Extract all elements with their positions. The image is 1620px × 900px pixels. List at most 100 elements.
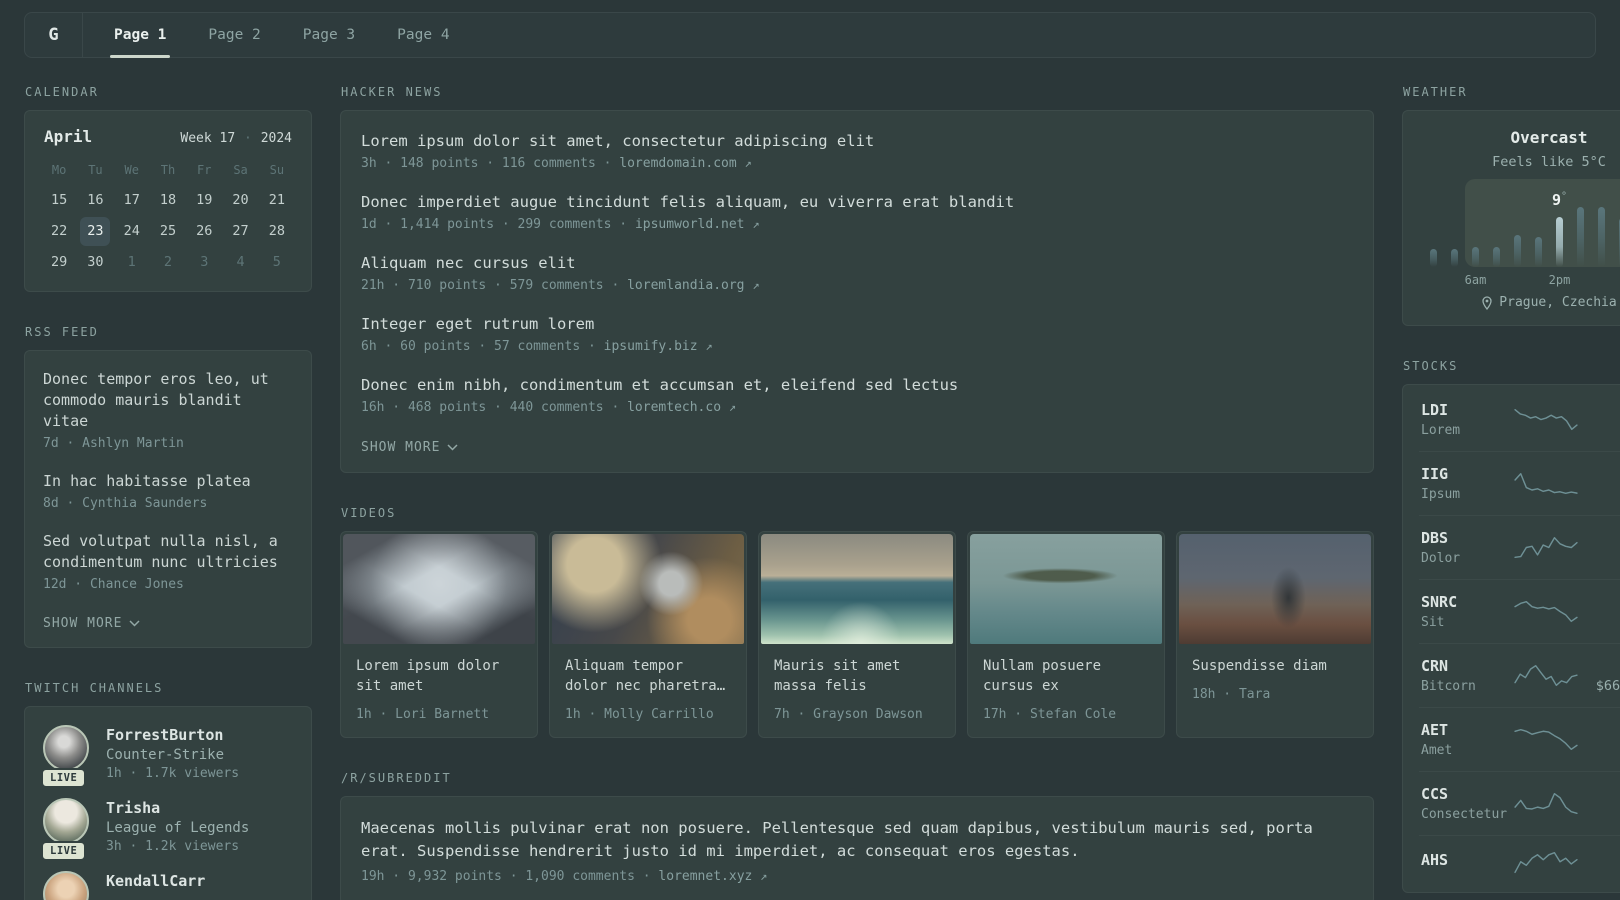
calendar-widget: CALENDAR April Week 17 · 2024 Mo Tu We Th Fr… [24, 85, 312, 292]
twitch-channel-name[interactable]: KendallCarr [106, 872, 205, 890]
video-title[interactable]: Aliquam tempor dolor nec pharetra… [565, 656, 731, 696]
hn-item-title[interactable]: Integer eget rutrum lorem [361, 314, 1353, 335]
hn-item-domain-link[interactable]: loremtech.co [627, 400, 721, 415]
reddit-post-domain-link[interactable]: loremnet.xyz [658, 869, 752, 884]
video-thumbnail[interactable] [1179, 534, 1371, 644]
stock-change: +0.51% [1585, 784, 1620, 802]
map-pin-icon [1482, 295, 1492, 310]
rss-widget: RSS FEED Donec tempor eros leo, ut commo… [24, 325, 312, 648]
stock-row[interactable]: SNRC Sit +1.36% $148.64 [1419, 579, 1620, 643]
video-title[interactable]: Lorem ipsum dolor sit amet consectetu… [356, 656, 522, 696]
weather-condition: Overcast [1510, 128, 1588, 147]
hn-item-domain-link[interactable]: loremlandia.org [627, 278, 744, 293]
chevron-down-icon [447, 444, 458, 451]
stock-price: $165.84 [1585, 806, 1620, 822]
video-title[interactable]: Suspendisse diam [1192, 656, 1358, 676]
chevron-down-icon [129, 620, 140, 627]
weather-temp-label: 9° [1551, 191, 1568, 209]
rss-item-title[interactable]: Sed volutpat nulla nisl, a condimentum n… [43, 531, 293, 573]
rss-item-title[interactable]: Donec tempor eros leo, ut commodo mauris… [43, 369, 293, 432]
video-thumbnail[interactable] [761, 534, 953, 644]
twitch-channel-category[interactable]: League of Legends [106, 820, 249, 836]
stock-change: +0.46% [1585, 851, 1620, 869]
rss-item[interactable]: Sed volutpat nulla nisl, a condimentum n… [43, 531, 293, 592]
stock-row[interactable]: IIG Ipsum +2.84% $42.04 [1419, 451, 1620, 515]
avatar [43, 871, 89, 900]
hn-show-more-button[interactable]: SHOW MORE [361, 440, 458, 455]
page-tab[interactable]: Page 4 [376, 13, 470, 57]
stock-sparkline [1514, 728, 1578, 751]
weather-chart: 9° 6am2pm10pm [1423, 179, 1620, 287]
weekday-label: We [124, 163, 139, 177]
weather-bar [1472, 247, 1479, 267]
video-card[interactable]: Nullam posuere cursus ex 17h · Stefan Co… [967, 531, 1165, 738]
rss-item[interactable]: Donec tempor eros leo, ut commodo mauris… [43, 369, 293, 451]
video-title[interactable]: Mauris sit amet massa felis [774, 656, 940, 696]
rss-show-more-button[interactable]: SHOW MORE [43, 616, 140, 631]
hn-item-domain-link[interactable]: ipsumworld.net [635, 217, 745, 232]
twitch-channel-row[interactable]: LIVE Trisha League of Legends 3h · 1.2k … [41, 798, 293, 861]
video-thumbnail[interactable] [970, 534, 1162, 644]
weekday-label: Th [160, 163, 176, 177]
page-tab[interactable]: Page 3 [282, 13, 376, 57]
video-card[interactable]: Mauris sit amet massa felis 7h · Grayson… [758, 531, 956, 738]
video-card[interactable]: Aliquam tempor dolor nec pharetra… 1h · … [549, 531, 747, 738]
stock-change: +2.84% [1585, 464, 1620, 482]
weather-time-label: 6am [1464, 273, 1487, 287]
weather-feels-like: Feels like 5°C [1492, 154, 1606, 170]
calendar-day: 30 [87, 254, 104, 270]
weather-bar [1535, 237, 1542, 267]
video-title[interactable]: Nullam posuere cursus ex [983, 656, 1149, 696]
weather-bar [1493, 247, 1500, 267]
app-logo[interactable]: G [25, 13, 83, 57]
weather-bar [1430, 249, 1437, 267]
rss-card: Donec tempor eros leo, ut commodo mauris… [24, 350, 312, 648]
page-tab[interactable]: Page 1 [93, 13, 187, 58]
twitch-channel-category[interactable]: Counter-Strike [106, 747, 239, 763]
stock-row[interactable]: CRN Bitcorn -1.00% $66,171.48 [1419, 643, 1620, 707]
stock-row[interactable]: AET Amet +0.92% $499.72 [1419, 707, 1620, 771]
weekday-label: Su [269, 163, 285, 177]
calendar-day: 22 [51, 223, 68, 239]
weather-location: Prague, Czechia [1417, 295, 1620, 310]
rss-item-meta: 12d · Chance Jones [43, 577, 184, 592]
stock-change: -1.00% [1585, 656, 1620, 674]
video-card[interactable]: Lorem ipsum dolor sit amet consectetu… 1… [340, 531, 538, 738]
hn-item: Integer eget rutrum lorem 6h · 60 points… [361, 314, 1353, 354]
stock-row[interactable]: AHS +0.46% [1419, 835, 1620, 889]
calendar-day: 26 [196, 223, 213, 239]
calendar-day: 4 [236, 254, 245, 270]
stock-name: Dolor [1421, 550, 1461, 566]
twitch-channel-name[interactable]: ForrestBurton [106, 726, 239, 744]
video-meta: 1h · Lori Barnett [356, 707, 490, 722]
twitch-channel-name[interactable]: Trisha [106, 799, 249, 817]
weekday-label: Mo [51, 163, 67, 177]
page-tab[interactable]: Page 2 [187, 13, 281, 57]
hn-item-title[interactable]: Lorem ipsum dolor sit amet, consectetur … [361, 131, 1353, 152]
hn-item-domain-link[interactable]: loremdomain.com [619, 156, 736, 171]
video-thumbnail[interactable] [552, 534, 744, 644]
stock-row[interactable]: DBS Dolor +1.42% $156.28 [1419, 515, 1620, 579]
twitch-channel-row[interactable]: LIVE KendallCarr [43, 871, 293, 900]
weather-card: Overcast Feels like 5°C 9° 6am2pm10pm Pr… [1402, 110, 1620, 326]
hn-item-domain-link[interactable]: ipsumify.biz [604, 339, 698, 354]
twitch-channel-row[interactable]: LIVE ForrestBurton Counter-Strike 1h · 1… [41, 725, 293, 788]
weather-bars [1423, 207, 1620, 267]
stock-row[interactable]: LDI Lorem +4.35% $795.18 [1419, 388, 1620, 451]
rss-item[interactable]: In hac habitasse platea 8d · Cynthia Sau… [43, 471, 293, 511]
rss-item-title[interactable]: In hac habitasse platea [43, 471, 293, 492]
video-card[interactable]: Suspendisse diam 18h · Tara [1176, 531, 1374, 738]
hacker-news-widget: HACKER NEWS Lorem ipsum dolor sit amet, … [340, 85, 1374, 473]
hn-item-title[interactable]: Donec enim nibh, condimentum et accumsan… [361, 375, 1353, 396]
weather-widget: WEATHER Overcast Feels like 5°C 9° 6am 2p… [1402, 85, 1620, 326]
hn-item-title[interactable]: Aliquam nec cursus elit [361, 253, 1353, 274]
right-column: WEATHER Overcast Feels like 5°C 9° 6am 2p… [1402, 85, 1620, 900]
reddit-post-title[interactable]: Maecenas mollis pulvinar erat non posuer… [361, 817, 1353, 863]
twitch-card: LIVE ForrestBurton Counter-Strike 1h · 1… [24, 706, 312, 900]
stock-row[interactable]: CCS Consectetur +0.51% $165.84 [1419, 771, 1620, 835]
hn-item-title[interactable]: Donec imperdiet augue tincidunt felis al… [361, 192, 1353, 213]
hn-item: Donec imperdiet augue tincidunt felis al… [361, 192, 1353, 232]
video-thumbnail[interactable] [343, 534, 535, 644]
hacker-news-card: Lorem ipsum dolor sit amet, consectetur … [340, 110, 1374, 473]
weather-time-label: 2pm [1548, 273, 1571, 287]
